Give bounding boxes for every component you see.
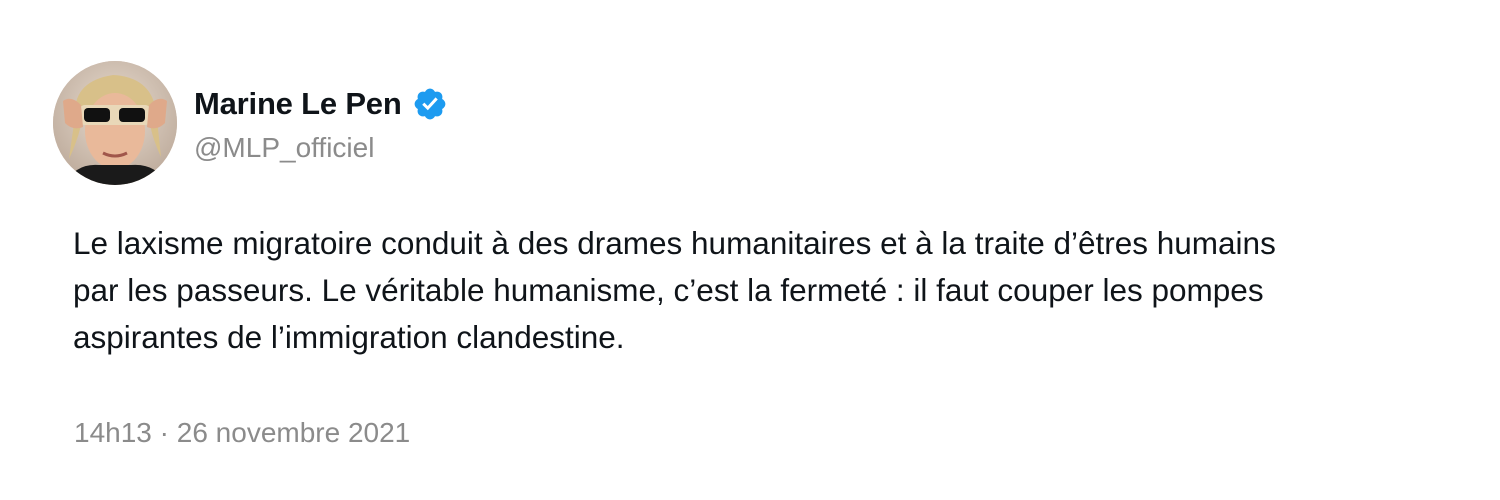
avatar[interactable] bbox=[53, 61, 177, 185]
author-row: Marine Le Pen bbox=[194, 84, 448, 124]
tweet-card: Marine Le Pen @MLP_officiel Le laxisme m… bbox=[0, 0, 1500, 500]
verified-badge-icon bbox=[412, 86, 448, 122]
tweet-text-line: aspirantes de l’immigration clandestine. bbox=[73, 319, 625, 355]
display-name[interactable]: Marine Le Pen bbox=[194, 84, 402, 124]
tweet-text-line: Le laxisme migratoire conduit à des dram… bbox=[73, 225, 1276, 261]
avatar-photo bbox=[53, 61, 177, 185]
tweet-timestamp[interactable]: 14h13 · 26 novembre 2021 bbox=[74, 413, 410, 453]
tweet-text: Le laxisme migratoire conduit à des dram… bbox=[73, 220, 1463, 361]
user-handle[interactable]: @MLP_officiel bbox=[194, 128, 374, 168]
tweet-text-line: par les passeurs. Le véritable humanisme… bbox=[73, 272, 1264, 308]
